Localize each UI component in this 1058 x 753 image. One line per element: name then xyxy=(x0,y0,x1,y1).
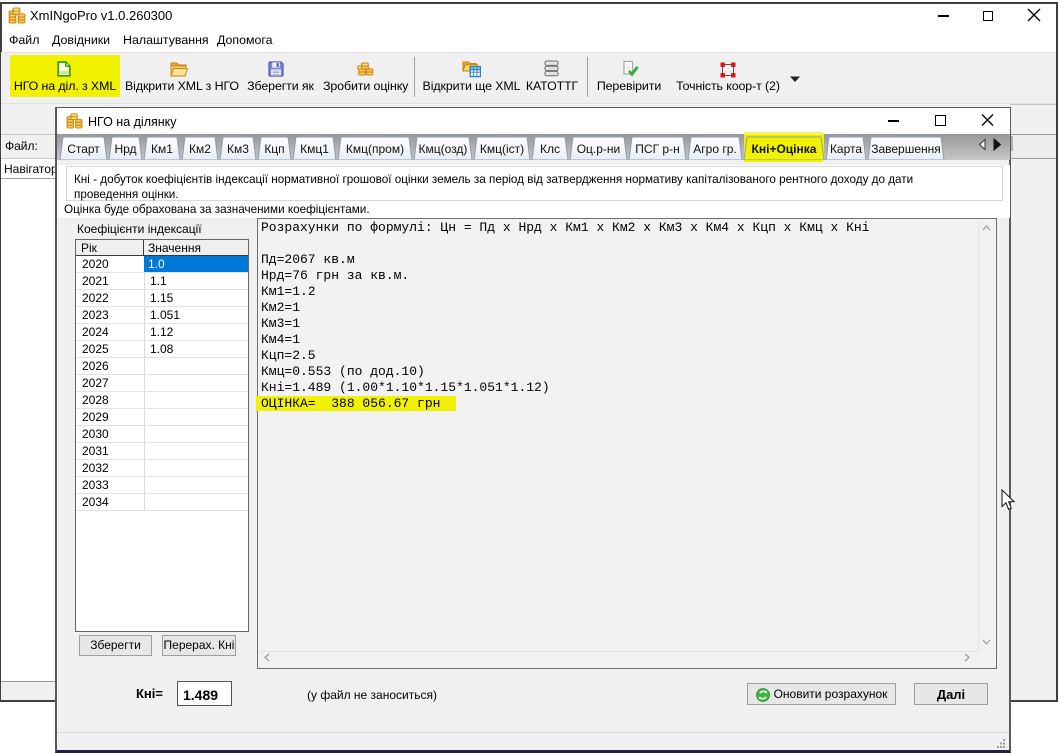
svg-text:Кмц1: Кмц1 xyxy=(300,142,329,156)
svg-text:Агро гр.: Агро гр. xyxy=(693,142,736,156)
svg-text:Кмц(пром): Кмц(пром) xyxy=(346,142,404,156)
svg-text:Кцп: Кцп xyxy=(264,142,284,156)
svg-text:Старт: Старт xyxy=(67,142,100,156)
svg-text:Клс: Клс xyxy=(540,142,560,156)
svg-text:Карта: Карта xyxy=(830,142,862,156)
svg-text:Завершення: Завершення xyxy=(871,142,941,156)
svg-text:Кмц(озд): Кмц(озд) xyxy=(419,142,468,156)
svg-text:Км2: Км2 xyxy=(189,142,211,156)
svg-text:Кмц(іст): Кмц(іст) xyxy=(480,142,524,156)
svg-text:Оц.р-ни: Оц.р-ни xyxy=(577,142,621,156)
svg-text:Кні+Оцінка: Кні+Оцінка xyxy=(752,142,817,156)
svg-text:Км3: Км3 xyxy=(227,142,249,156)
svg-text:Нрд: Нрд xyxy=(114,142,136,156)
svg-text:Км1: Км1 xyxy=(151,142,173,156)
svg-text:ПСГ р-н: ПСГ р-н xyxy=(635,142,679,156)
